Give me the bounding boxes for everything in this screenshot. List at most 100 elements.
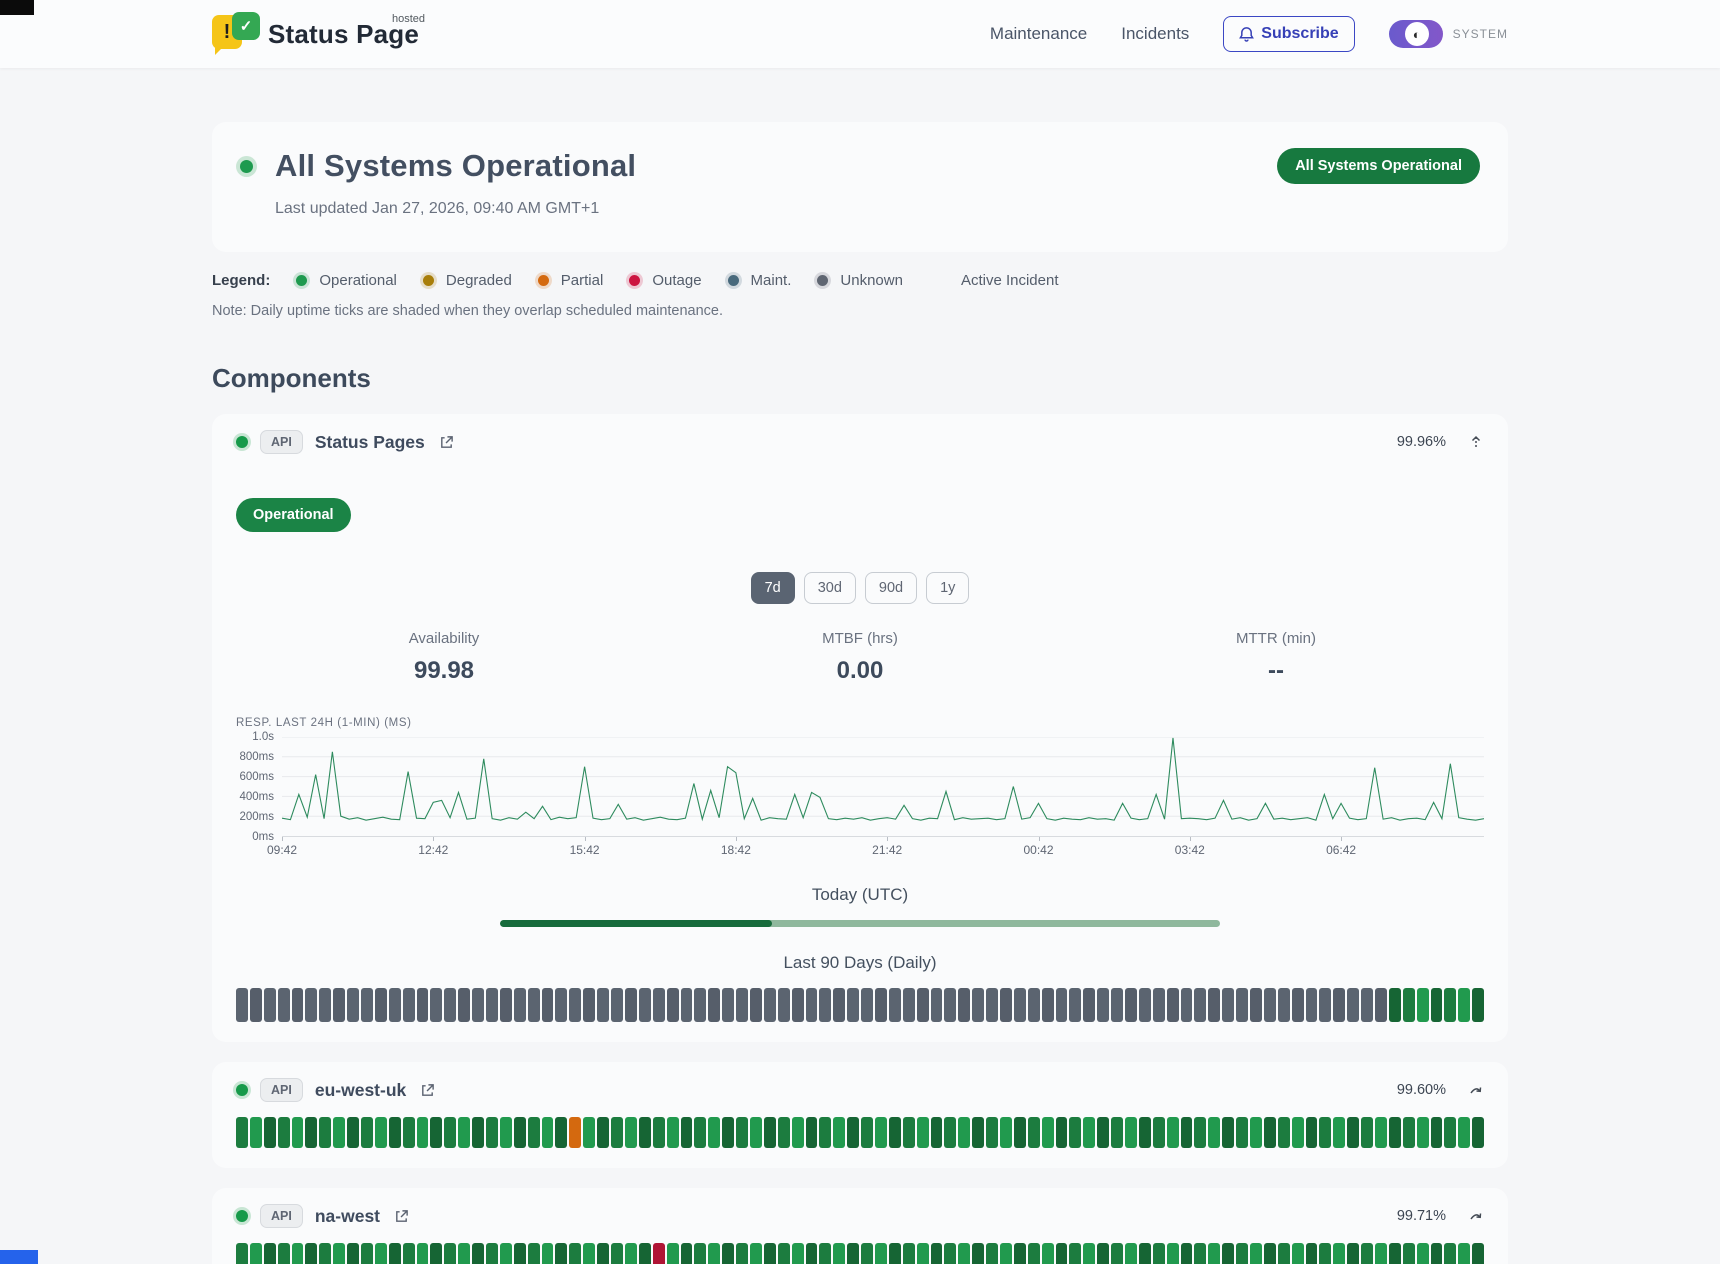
uptime-tick-operational[interactable] bbox=[389, 1243, 401, 1264]
expand-arrow-icon[interactable] bbox=[1468, 1208, 1484, 1224]
uptime-tick-unknown[interactable] bbox=[528, 988, 540, 1022]
uptime-tick-operational[interactable] bbox=[264, 1243, 276, 1264]
uptime-tick-unknown[interactable] bbox=[1028, 988, 1040, 1022]
uptime-tick-unknown[interactable] bbox=[681, 988, 693, 1022]
uptime-tick-unknown[interactable] bbox=[1139, 988, 1151, 1022]
uptime-tick-unknown[interactable] bbox=[944, 988, 956, 1022]
uptime-tick-operational[interactable] bbox=[889, 1243, 901, 1264]
uptime-tick-unknown[interactable] bbox=[569, 988, 581, 1022]
uptime-tick-operational[interactable] bbox=[931, 1117, 943, 1148]
uptime-tick-operational[interactable] bbox=[958, 1117, 970, 1148]
uptime-tick-operational[interactable] bbox=[1444, 1243, 1456, 1264]
uptime-tick-operational[interactable] bbox=[1194, 1117, 1206, 1148]
external-link-icon[interactable] bbox=[439, 435, 454, 450]
uptime-tick-operational[interactable] bbox=[583, 1117, 595, 1148]
uptime-tick-operational[interactable] bbox=[1347, 1117, 1359, 1148]
uptime-tick-operational[interactable] bbox=[819, 1117, 831, 1148]
uptime-tick-operational[interactable] bbox=[1000, 1243, 1012, 1264]
uptime-tick-unknown[interactable] bbox=[972, 988, 984, 1022]
uptime-tick-operational[interactable] bbox=[500, 1243, 512, 1264]
uptime-tick-unknown[interactable] bbox=[250, 988, 262, 1022]
uptime-tick-operational[interactable] bbox=[1028, 1243, 1040, 1264]
uptime-tick-operational[interactable] bbox=[1208, 1117, 1220, 1148]
uptime-tick-unknown[interactable] bbox=[1375, 988, 1387, 1022]
uptime-tick-operational[interactable] bbox=[458, 1117, 470, 1148]
uptime-tick-operational[interactable] bbox=[555, 1243, 567, 1264]
uptime-tick-operational[interactable] bbox=[833, 1117, 845, 1148]
uptime-tick-operational[interactable] bbox=[667, 1243, 679, 1264]
uptime-tick-operational[interactable] bbox=[1097, 1243, 1109, 1264]
uptime-tick-unknown[interactable] bbox=[764, 988, 776, 1022]
uptime-tick-operational[interactable] bbox=[597, 1117, 609, 1148]
uptime-tick-operational[interactable] bbox=[1458, 1243, 1470, 1264]
uptime-tick-operational[interactable] bbox=[514, 1243, 526, 1264]
uptime-tick-operational[interactable] bbox=[1472, 988, 1484, 1022]
uptime-tick-operational[interactable] bbox=[236, 1117, 248, 1148]
uptime-tick-unknown[interactable] bbox=[417, 988, 429, 1022]
uptime-tick-operational[interactable] bbox=[375, 1117, 387, 1148]
uptime-tick-unknown[interactable] bbox=[806, 988, 818, 1022]
uptime-tick-unknown[interactable] bbox=[444, 988, 456, 1022]
uptime-tick-operational[interactable] bbox=[583, 1243, 595, 1264]
uptime-tick-operational[interactable] bbox=[1250, 1117, 1262, 1148]
uptime-tick-operational[interactable] bbox=[1236, 1243, 1248, 1264]
uptime-tick-operational[interactable] bbox=[305, 1243, 317, 1264]
uptime-tick-unknown[interactable] bbox=[430, 988, 442, 1022]
uptime-tick-operational[interactable] bbox=[1056, 1243, 1068, 1264]
uptime-tick-operational[interactable] bbox=[1431, 1243, 1443, 1264]
uptime-tick-unknown[interactable] bbox=[472, 988, 484, 1022]
uptime-tick-operational[interactable] bbox=[944, 1117, 956, 1148]
uptime-tick-operational[interactable] bbox=[486, 1117, 498, 1148]
uptime-tick-operational[interactable] bbox=[1417, 1243, 1429, 1264]
uptime-tick-operational[interactable] bbox=[667, 1117, 679, 1148]
uptime-tick-operational[interactable] bbox=[903, 1243, 915, 1264]
uptime-tick-operational[interactable] bbox=[653, 1117, 665, 1148]
uptime-tick-unknown[interactable] bbox=[361, 988, 373, 1022]
uptime-tick-unknown[interactable] bbox=[611, 988, 623, 1022]
uptime-tick-operational[interactable] bbox=[250, 1243, 262, 1264]
uptime-tick-operational[interactable] bbox=[1014, 1117, 1026, 1148]
uptime-tick-unknown[interactable] bbox=[708, 988, 720, 1022]
uptime-tick-operational[interactable] bbox=[1167, 1243, 1179, 1264]
uptime-tick-operational[interactable] bbox=[1403, 1243, 1415, 1264]
uptime-tick-operational[interactable] bbox=[972, 1117, 984, 1148]
uptime-tick-operational[interactable] bbox=[1222, 1117, 1234, 1148]
uptime-tick-operational[interactable] bbox=[986, 1117, 998, 1148]
uptime-tick-unknown[interactable] bbox=[833, 988, 845, 1022]
uptime-tick-operational[interactable] bbox=[1431, 1117, 1443, 1148]
uptime-tick-unknown[interactable] bbox=[1333, 988, 1345, 1022]
uptime-tick-operational[interactable] bbox=[639, 1117, 651, 1148]
uptime-tick-unknown[interactable] bbox=[750, 988, 762, 1022]
uptime-tick-unknown[interactable] bbox=[1194, 988, 1206, 1022]
uptime-tick-operational[interactable] bbox=[1028, 1117, 1040, 1148]
uptime-tick-unknown[interactable] bbox=[861, 988, 873, 1022]
uptime-tick-operational[interactable] bbox=[764, 1243, 776, 1264]
uptime-tick-operational[interactable] bbox=[917, 1243, 929, 1264]
uptime-tick-unknown[interactable] bbox=[917, 988, 929, 1022]
uptime-tick-operational[interactable] bbox=[500, 1117, 512, 1148]
uptime-tick-unknown[interactable] bbox=[639, 988, 651, 1022]
uptime-tick-operational[interactable] bbox=[1417, 1117, 1429, 1148]
uptime-tick-unknown[interactable] bbox=[1319, 988, 1331, 1022]
external-link-icon[interactable] bbox=[394, 1209, 409, 1224]
uptime-tick-unknown[interactable] bbox=[1125, 988, 1137, 1022]
uptime-tick-operational[interactable] bbox=[1458, 1117, 1470, 1148]
uptime-tick-operational[interactable] bbox=[875, 1243, 887, 1264]
uptime-tick-operational[interactable] bbox=[264, 1117, 276, 1148]
uptime-tick-operational[interactable] bbox=[917, 1117, 929, 1148]
uptime-tick-operational[interactable] bbox=[778, 1117, 790, 1148]
uptime-tick-operational[interactable] bbox=[1278, 1117, 1290, 1148]
uptime-tick-unknown[interactable] bbox=[1208, 988, 1220, 1022]
uptime-tick-operational[interactable] bbox=[875, 1117, 887, 1148]
uptime-tick-operational[interactable] bbox=[1250, 1243, 1262, 1264]
uptime-tick-unknown[interactable] bbox=[1222, 988, 1234, 1022]
uptime-tick-operational[interactable] bbox=[819, 1243, 831, 1264]
external-link-icon[interactable] bbox=[420, 1083, 435, 1098]
uptime-tick-unknown[interactable] bbox=[1181, 988, 1193, 1022]
uptime-tick-operational[interactable] bbox=[528, 1243, 540, 1264]
uptime-tick-operational[interactable] bbox=[1403, 1117, 1415, 1148]
uptime-tick-operational[interactable] bbox=[1139, 1243, 1151, 1264]
uptime-tick-unknown[interactable] bbox=[1097, 988, 1109, 1022]
uptime-tick-unknown[interactable] bbox=[1000, 988, 1012, 1022]
uptime-tick-operational[interactable] bbox=[708, 1243, 720, 1264]
